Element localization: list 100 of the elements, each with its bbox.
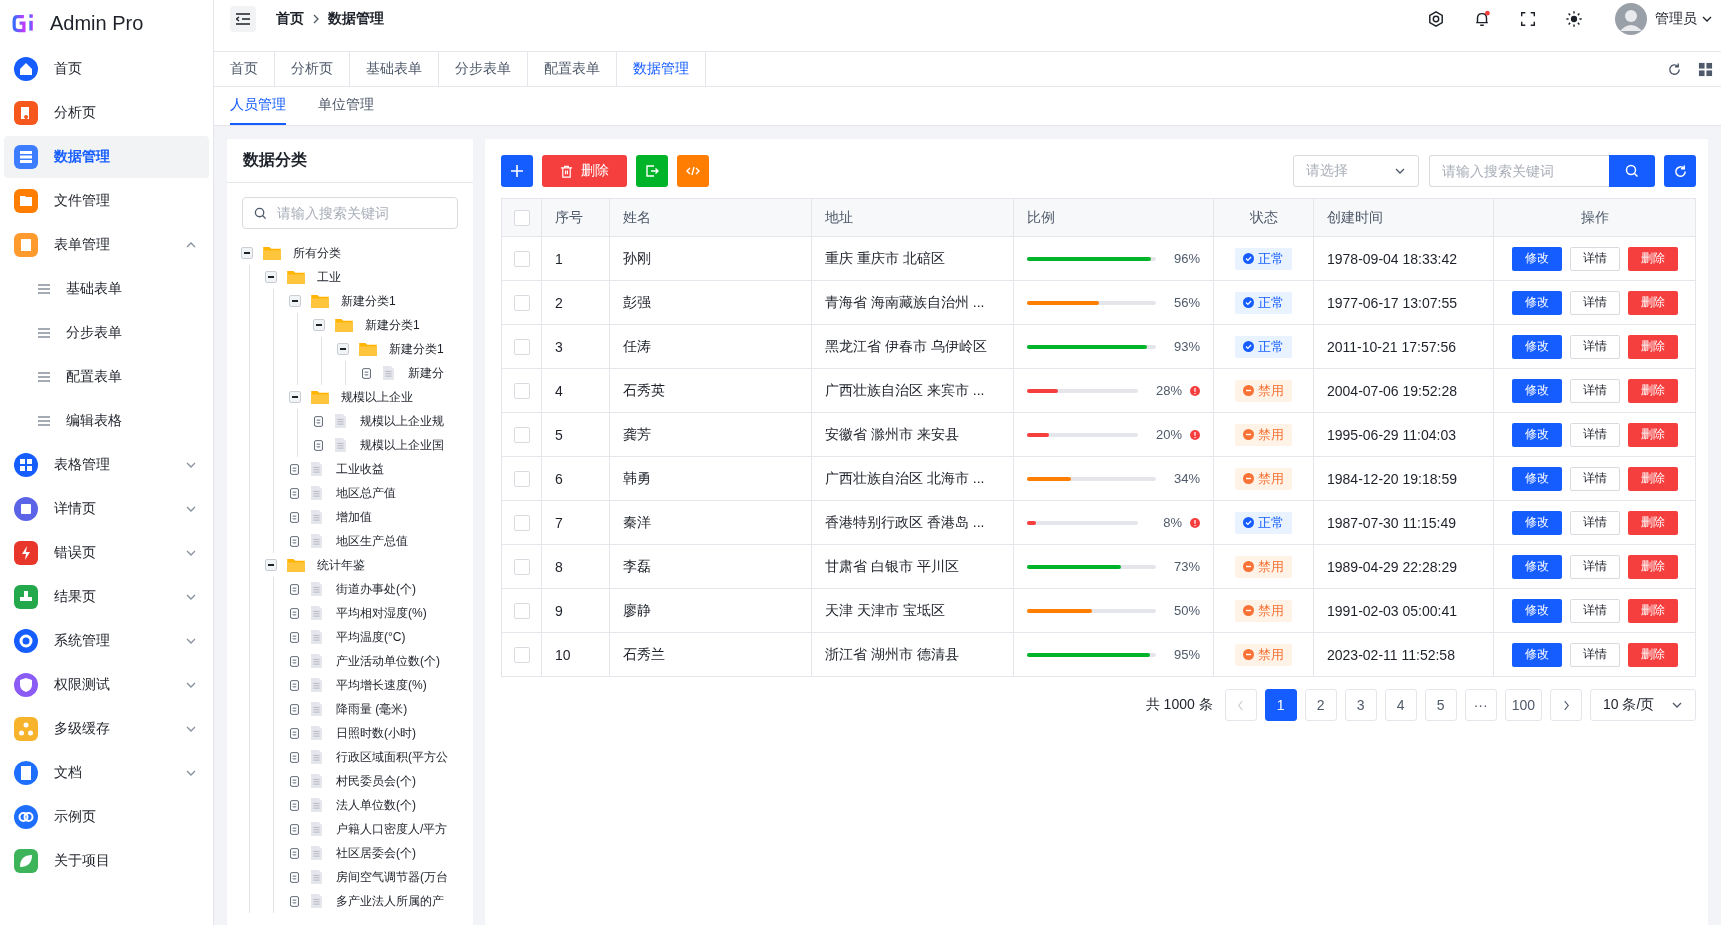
edit-button[interactable]: 修改 (1511, 466, 1562, 491)
checkbox[interactable] (513, 209, 530, 226)
page-tab[interactable]: 分析页 (275, 52, 350, 86)
page-tab[interactable]: 首页 (214, 52, 275, 86)
edit-button[interactable]: 修改 (1511, 290, 1562, 315)
sidebar-subitem[interactable]: 分步表单 (4, 312, 209, 354)
user-name[interactable]: 管理员 (1655, 10, 1697, 28)
page-button[interactable]: 2 (1304, 689, 1337, 721)
tree-node-label[interactable]: 新建分类1 (389, 340, 444, 358)
detail-button[interactable]: 详情 (1569, 290, 1620, 315)
edit-button[interactable]: 修改 (1511, 642, 1562, 667)
detail-button[interactable]: 详情 (1569, 378, 1620, 403)
edit-button[interactable]: 修改 (1511, 422, 1562, 447)
sidebar-subitem[interactable]: 配置表单 (4, 356, 209, 398)
page-button[interactable]: 3 (1344, 689, 1377, 721)
sidebar-item[interactable]: 文件管理 (4, 180, 209, 222)
detail-button[interactable]: 详情 (1569, 642, 1620, 667)
checkbox[interactable] (513, 426, 530, 443)
sidebar-item[interactable]: 数据管理 (4, 136, 209, 178)
detail-button[interactable]: 详情 (1569, 334, 1620, 359)
collapse-toggle[interactable] (313, 319, 325, 331)
detail-button[interactable]: 详情 (1569, 422, 1620, 447)
tree-node-label[interactable]: 日照时数(小时) (336, 724, 416, 742)
page-tab[interactable]: 基础表单 (350, 52, 439, 86)
search-button[interactable] (1609, 155, 1655, 187)
page-size-select[interactable]: 10 条/页 (1590, 689, 1696, 721)
sidebar-item[interactable]: 结果页 (4, 576, 209, 618)
tree-node-label[interactable]: 工业 (317, 268, 341, 286)
delete-button[interactable]: 删除 (1627, 510, 1678, 535)
tree-node-label[interactable]: 村民委员会(个) (336, 772, 416, 790)
tree-node-label[interactable]: 地区总产值 (336, 484, 396, 502)
collapse-toggle[interactable] (289, 295, 301, 307)
grid-icon[interactable] (1698, 61, 1713, 77)
breadcrumb-item[interactable]: 首页 (276, 10, 304, 28)
tree-node-label[interactable]: 平均相对湿度(%) (336, 604, 427, 622)
menu-fold-button[interactable] (230, 6, 256, 32)
sidebar-item[interactable]: 示例页 (4, 796, 209, 838)
checkbox[interactable] (513, 338, 530, 355)
delete-button[interactable]: 删除 (1627, 378, 1678, 403)
checkbox[interactable] (513, 514, 530, 531)
checkbox[interactable] (513, 250, 530, 267)
sidebar-item[interactable]: 文档 (4, 752, 209, 794)
tree-node-label[interactable]: 行政区域面积(平方公 (336, 748, 448, 766)
tree-node-label[interactable]: 规模以上企业 (341, 388, 413, 406)
edit-button[interactable]: 修改 (1511, 334, 1562, 359)
refresh-icon[interactable] (1667, 61, 1682, 77)
page-button[interactable]: 1 (1264, 689, 1297, 721)
delete-button[interactable]: 删除 (542, 155, 627, 187)
tree-node-label[interactable]: 法人单位数(个) (336, 796, 416, 814)
sidebar-subitem[interactable]: 基础表单 (4, 268, 209, 310)
search-field[interactable]: 请输入搜索关键词 (1429, 155, 1609, 187)
tree-node-label[interactable]: 街道办事处(个) (336, 580, 416, 598)
sun-icon[interactable] (1565, 10, 1583, 28)
edit-button[interactable]: 修改 (1511, 510, 1562, 535)
checkbox[interactable] (513, 602, 530, 619)
collapse-toggle[interactable] (265, 271, 277, 283)
delete-button[interactable]: 删除 (1627, 598, 1678, 623)
edit-button[interactable]: 修改 (1511, 246, 1562, 271)
export-button[interactable] (636, 155, 668, 187)
delete-button[interactable]: 删除 (1627, 290, 1678, 315)
checkbox[interactable] (513, 558, 530, 575)
sidebar-item[interactable]: 关于项目 (4, 840, 209, 882)
sidebar-subitem[interactable]: 编辑表格 (4, 400, 209, 442)
tree-node-label[interactable]: 社区居委会(个) (336, 844, 416, 862)
refresh-button[interactable] (1664, 155, 1696, 187)
page-button[interactable]: 4 (1384, 689, 1417, 721)
search-field[interactable]: 请输入搜索关键词 (242, 197, 458, 229)
tree-node-label[interactable]: 增加值 (336, 508, 372, 526)
detail-button[interactable]: 详情 (1569, 510, 1620, 535)
code-button[interactable] (677, 155, 709, 187)
page-button[interactable]: ··· (1464, 689, 1497, 721)
sidebar-item[interactable]: 权限测试 (4, 664, 209, 706)
sidebar-item[interactable]: 详情页 (4, 488, 209, 530)
tree-node-label[interactable]: 户籍人口密度人/平方 (336, 820, 448, 838)
sidebar-item[interactable]: 首页 (4, 48, 209, 90)
delete-button[interactable]: 删除 (1627, 554, 1678, 579)
checkbox[interactable] (513, 646, 530, 663)
delete-button[interactable]: 删除 (1627, 422, 1678, 447)
page-button[interactable]: 100 (1504, 689, 1542, 721)
add-button[interactable] (501, 155, 533, 187)
sidebar-item[interactable]: 系统管理 (4, 620, 209, 662)
delete-button[interactable]: 删除 (1627, 466, 1678, 491)
tree-node-label[interactable]: 新建分 (408, 364, 444, 382)
detail-button[interactable]: 详情 (1569, 554, 1620, 579)
tree-node-label[interactable]: 规模以上企业国 (360, 436, 444, 454)
detail-button[interactable]: 详情 (1569, 598, 1620, 623)
tree-node-label[interactable]: 平均增长速度(%) (336, 676, 427, 694)
collapse-toggle[interactable] (241, 247, 253, 259)
fullscreen-icon[interactable] (1519, 10, 1537, 28)
sidebar-item[interactable]: 分析页 (4, 92, 209, 134)
tree-node-label[interactable]: 新建分类1 (341, 292, 396, 310)
tree-node-label[interactable]: 所有分类 (293, 244, 341, 262)
collapse-toggle[interactable] (289, 391, 301, 403)
checkbox[interactable] (513, 294, 530, 311)
sidebar-item[interactable]: 多级缓存 (4, 708, 209, 750)
sub-tab[interactable]: 单位管理 (318, 87, 374, 125)
sidebar-item[interactable]: 表格管理 (4, 444, 209, 486)
checkbox[interactable] (513, 470, 530, 487)
tree-node-label[interactable]: 新建分类1 (365, 316, 420, 334)
delete-button[interactable]: 删除 (1627, 642, 1678, 667)
